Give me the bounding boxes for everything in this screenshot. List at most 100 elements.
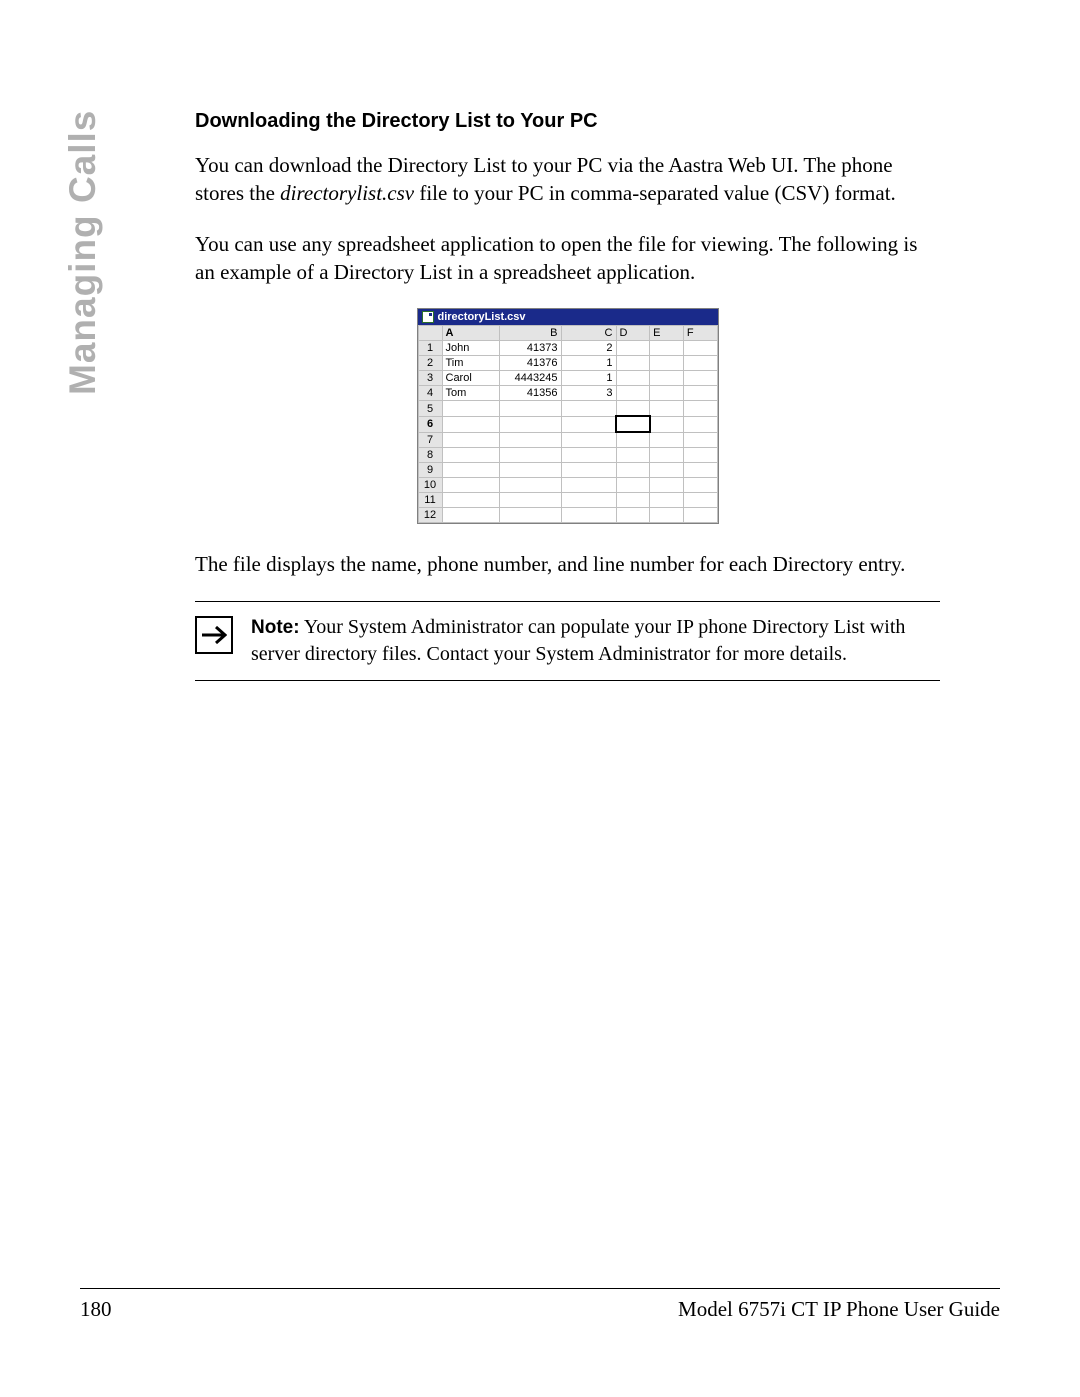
spreadsheet-cell bbox=[616, 401, 650, 417]
spreadsheet-cell bbox=[499, 463, 561, 478]
spreadsheet-col-header: E bbox=[650, 326, 684, 341]
spreadsheet-cell bbox=[683, 493, 717, 508]
guide-title: Model 6757i CT IP Phone User Guide bbox=[678, 1297, 1000, 1322]
spreadsheet-cell bbox=[442, 432, 499, 448]
spreadsheet-cell bbox=[616, 478, 650, 493]
spreadsheet-cell: 1 bbox=[561, 371, 616, 386]
spreadsheet-cell bbox=[683, 341, 717, 356]
paragraph-2: You can use any spreadsheet application … bbox=[195, 230, 940, 287]
spreadsheet-cell bbox=[683, 386, 717, 401]
spreadsheet-cell bbox=[650, 432, 684, 448]
spreadsheet-col-header: A bbox=[442, 326, 499, 341]
spreadsheet-col-headers: ABCDEF bbox=[418, 326, 717, 341]
spreadsheet-cell bbox=[650, 463, 684, 478]
spreadsheet-cell bbox=[499, 493, 561, 508]
spreadsheet-cell bbox=[650, 478, 684, 493]
spreadsheet-row-header: 2 bbox=[418, 356, 442, 371]
note-block: Note: Your System Administrator can popu… bbox=[195, 601, 940, 681]
spreadsheet-cell bbox=[683, 416, 717, 432]
spreadsheet-cell bbox=[561, 493, 616, 508]
spreadsheet-corner-cell bbox=[418, 326, 442, 341]
spreadsheet-cell bbox=[616, 448, 650, 463]
spreadsheet-cell bbox=[616, 508, 650, 523]
spreadsheet-cell bbox=[561, 508, 616, 523]
section-side-tab: Managing Calls bbox=[62, 110, 104, 395]
spreadsheet-row-header: 1 bbox=[418, 341, 442, 356]
paragraph-1b: file to your PC in comma-separated value… bbox=[414, 181, 896, 205]
spreadsheet-cell: 4443245 bbox=[499, 371, 561, 386]
spreadsheet-cell: John bbox=[442, 341, 499, 356]
spreadsheet-cell: 41376 bbox=[499, 356, 561, 371]
spreadsheet-cell bbox=[683, 432, 717, 448]
spreadsheet-grid: ABCDEF 1John4137322Tim4137613Carol444324… bbox=[418, 325, 718, 523]
spreadsheet-cell bbox=[616, 463, 650, 478]
spreadsheet-titlebar: directoryList.csv bbox=[418, 309, 718, 325]
spreadsheet-cell bbox=[499, 478, 561, 493]
spreadsheet-cell bbox=[442, 463, 499, 478]
spreadsheet-col-header: F bbox=[683, 326, 717, 341]
spreadsheet-file-icon bbox=[422, 311, 434, 323]
spreadsheet-row-header: 11 bbox=[418, 493, 442, 508]
spreadsheet-row-header: 5 bbox=[418, 401, 442, 417]
spreadsheet-row-header: 10 bbox=[418, 478, 442, 493]
spreadsheet-cell bbox=[683, 448, 717, 463]
spreadsheet-cell bbox=[561, 416, 616, 432]
page-content: Downloading the Directory List to Your P… bbox=[195, 110, 940, 681]
note-label: Note: bbox=[251, 617, 300, 638]
spreadsheet-row-header: 6 bbox=[418, 416, 442, 432]
spreadsheet-cell bbox=[499, 448, 561, 463]
spreadsheet-cell bbox=[683, 508, 717, 523]
spreadsheet-cell bbox=[650, 448, 684, 463]
spreadsheet-cell: Tim bbox=[442, 356, 499, 371]
spreadsheet-cell bbox=[561, 463, 616, 478]
spreadsheet-cell bbox=[499, 401, 561, 417]
spreadsheet-cell bbox=[561, 401, 616, 417]
spreadsheet-cell bbox=[683, 463, 717, 478]
paragraph-1: You can download the Directory List to y… bbox=[195, 151, 940, 208]
spreadsheet-cell bbox=[616, 386, 650, 401]
spreadsheet-cell bbox=[683, 401, 717, 417]
spreadsheet-cell: 41373 bbox=[499, 341, 561, 356]
spreadsheet-cell: Tom bbox=[442, 386, 499, 401]
spreadsheet-col-header: D bbox=[616, 326, 650, 341]
spreadsheet-cell bbox=[616, 341, 650, 356]
spreadsheet-cell: 41356 bbox=[499, 386, 561, 401]
spreadsheet-cell bbox=[499, 416, 561, 432]
spreadsheet-cell bbox=[650, 356, 684, 371]
spreadsheet-cell bbox=[616, 493, 650, 508]
paragraph-3: The file displays the name, phone number… bbox=[195, 550, 940, 578]
spreadsheet-cell bbox=[650, 416, 684, 432]
spreadsheet-body: 1John4137322Tim4137613Carol444324514Tom4… bbox=[418, 341, 717, 523]
spreadsheet-cell bbox=[616, 356, 650, 371]
spreadsheet-cell bbox=[650, 386, 684, 401]
spreadsheet-cell bbox=[650, 341, 684, 356]
spreadsheet-example: directoryList.csv ABCDEF 1John4137322Tim… bbox=[417, 308, 719, 524]
spreadsheet-cell bbox=[561, 478, 616, 493]
spreadsheet-cell bbox=[442, 401, 499, 417]
paragraph-1-italic: directorylist.csv bbox=[280, 181, 414, 205]
spreadsheet-cell bbox=[442, 416, 499, 432]
spreadsheet-cell bbox=[650, 401, 684, 417]
spreadsheet-col-header: B bbox=[499, 326, 561, 341]
spreadsheet-cell bbox=[683, 371, 717, 386]
spreadsheet-cell bbox=[442, 493, 499, 508]
spreadsheet-row-header: 9 bbox=[418, 463, 442, 478]
spreadsheet-cell bbox=[616, 432, 650, 448]
spreadsheet-cell bbox=[683, 356, 717, 371]
spreadsheet-cell bbox=[650, 508, 684, 523]
note-text: Note: Your System Administrator can popu… bbox=[251, 614, 940, 668]
spreadsheet-cell bbox=[616, 371, 650, 386]
spreadsheet-cell bbox=[650, 493, 684, 508]
spreadsheet-cell: 3 bbox=[561, 386, 616, 401]
spreadsheet-cell bbox=[442, 448, 499, 463]
spreadsheet-row-header: 8 bbox=[418, 448, 442, 463]
page-number: 180 bbox=[80, 1297, 112, 1322]
note-body: Your System Administrator can populate y… bbox=[251, 616, 905, 665]
spreadsheet-cell bbox=[683, 478, 717, 493]
spreadsheet-cell bbox=[616, 416, 650, 432]
spreadsheet-cell: Carol bbox=[442, 371, 499, 386]
spreadsheet-cell bbox=[561, 448, 616, 463]
spreadsheet-row-header: 3 bbox=[418, 371, 442, 386]
spreadsheet-cell bbox=[442, 508, 499, 523]
page-footer: 180 Model 6757i CT IP Phone User Guide bbox=[80, 1288, 1000, 1322]
